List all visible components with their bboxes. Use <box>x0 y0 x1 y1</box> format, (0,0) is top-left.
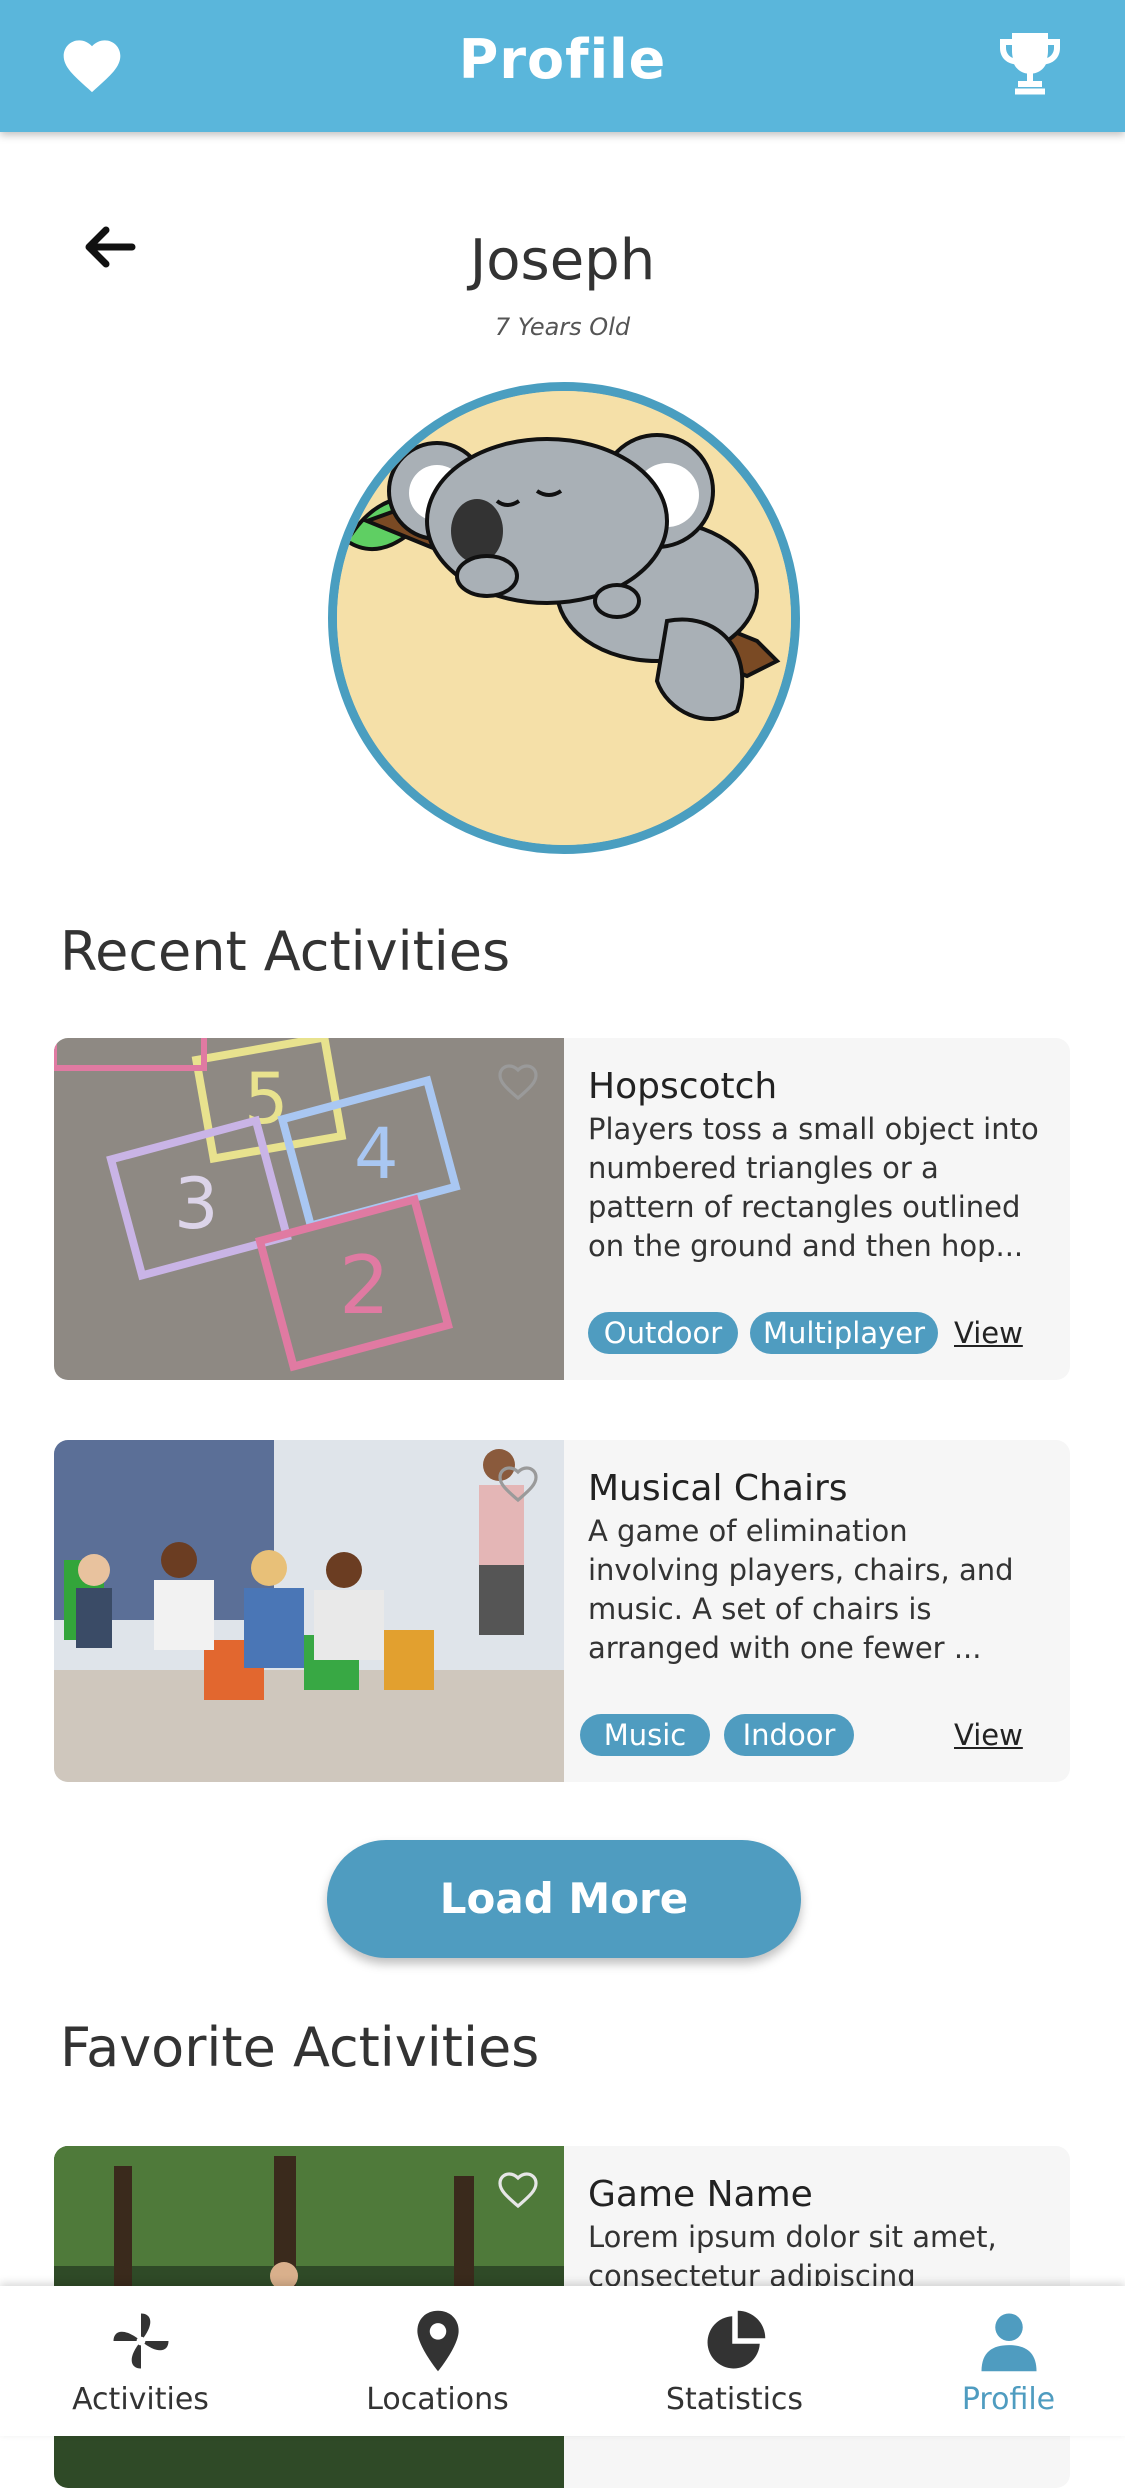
load-more-button[interactable]: Load More <box>327 1840 801 1958</box>
activity-card-musical-chairs[interactable]: Musical Chairs A game of elimination inv… <box>54 1440 1070 1782</box>
activity-card-hopscotch[interactable]: 5 4 3 2 Hopscotch Players toss a small o… <box>54 1038 1070 1380</box>
tag-indoor[interactable]: Indoor <box>724 1714 854 1756</box>
page-title: Profile <box>458 28 667 91</box>
nav-label: Profile <box>961 2382 1056 2417</box>
tag-music[interactable]: Music <box>580 1714 710 1756</box>
favorite-activities-heading: Favorite Activities <box>60 2016 540 2079</box>
nav-label: Statistics <box>665 2382 804 2417</box>
activity-description: Lorem ipsum dolor sit amet, consectetur … <box>588 2220 997 2293</box>
nav-activities[interactable]: Activities <box>0 2286 281 2436</box>
view-link[interactable]: View <box>954 1312 1023 1354</box>
user-icon <box>981 2313 1037 2372</box>
activity-title: Musical Chairs <box>588 1468 848 1509</box>
nav-statistics[interactable]: Statistics <box>594 2286 875 2436</box>
activity-title: Hopscotch <box>588 1066 778 1107</box>
svg-text:3: 3 <box>174 1163 219 1245</box>
nav-label: Activities <box>72 2382 209 2417</box>
pie-chart-icon <box>707 2310 766 2369</box>
trophy-icon[interactable] <box>994 30 1066 100</box>
activity-title: Game Name <box>588 2174 813 2215</box>
svg-text:4: 4 <box>354 1113 399 1195</box>
pinwheel-icon <box>113 2313 169 2369</box>
profile-name: Joseph <box>469 228 656 293</box>
musical-chairs-image <box>54 1440 564 1782</box>
app-header: Profile <box>0 0 1125 132</box>
tag-outdoor[interactable]: Outdoor <box>588 1312 738 1354</box>
favorite-heart-icon[interactable] <box>494 1460 542 1508</box>
nav-profile[interactable]: Profile <box>868 2286 1125 2436</box>
activity-description: A game of elimination involving players,… <box>588 1514 1014 1665</box>
activity-description: Players toss a small object into numbere… <box>588 1112 1039 1263</box>
view-link[interactable]: View <box>954 1714 1023 1756</box>
svg-text:2: 2 <box>339 1239 390 1332</box>
nav-label: Locations <box>366 2382 509 2417</box>
nav-locations[interactable]: Locations <box>297 2286 578 2436</box>
bottom-navigation: Activities Locations Statistics Profile <box>0 2286 1125 2436</box>
avatar <box>328 382 800 854</box>
koala-avatar-icon <box>337 391 791 845</box>
tag-multiplayer[interactable]: Multiplayer <box>750 1312 938 1354</box>
favorite-heart-icon[interactable] <box>494 1058 542 1106</box>
recent-activities-heading: Recent Activities <box>60 920 511 983</box>
hopscotch-image: 5 4 3 2 <box>54 1038 564 1380</box>
profile-age: 7 Years Old <box>494 313 631 341</box>
map-pin-icon <box>417 2310 459 2372</box>
favorite-heart-icon[interactable] <box>494 2166 542 2214</box>
